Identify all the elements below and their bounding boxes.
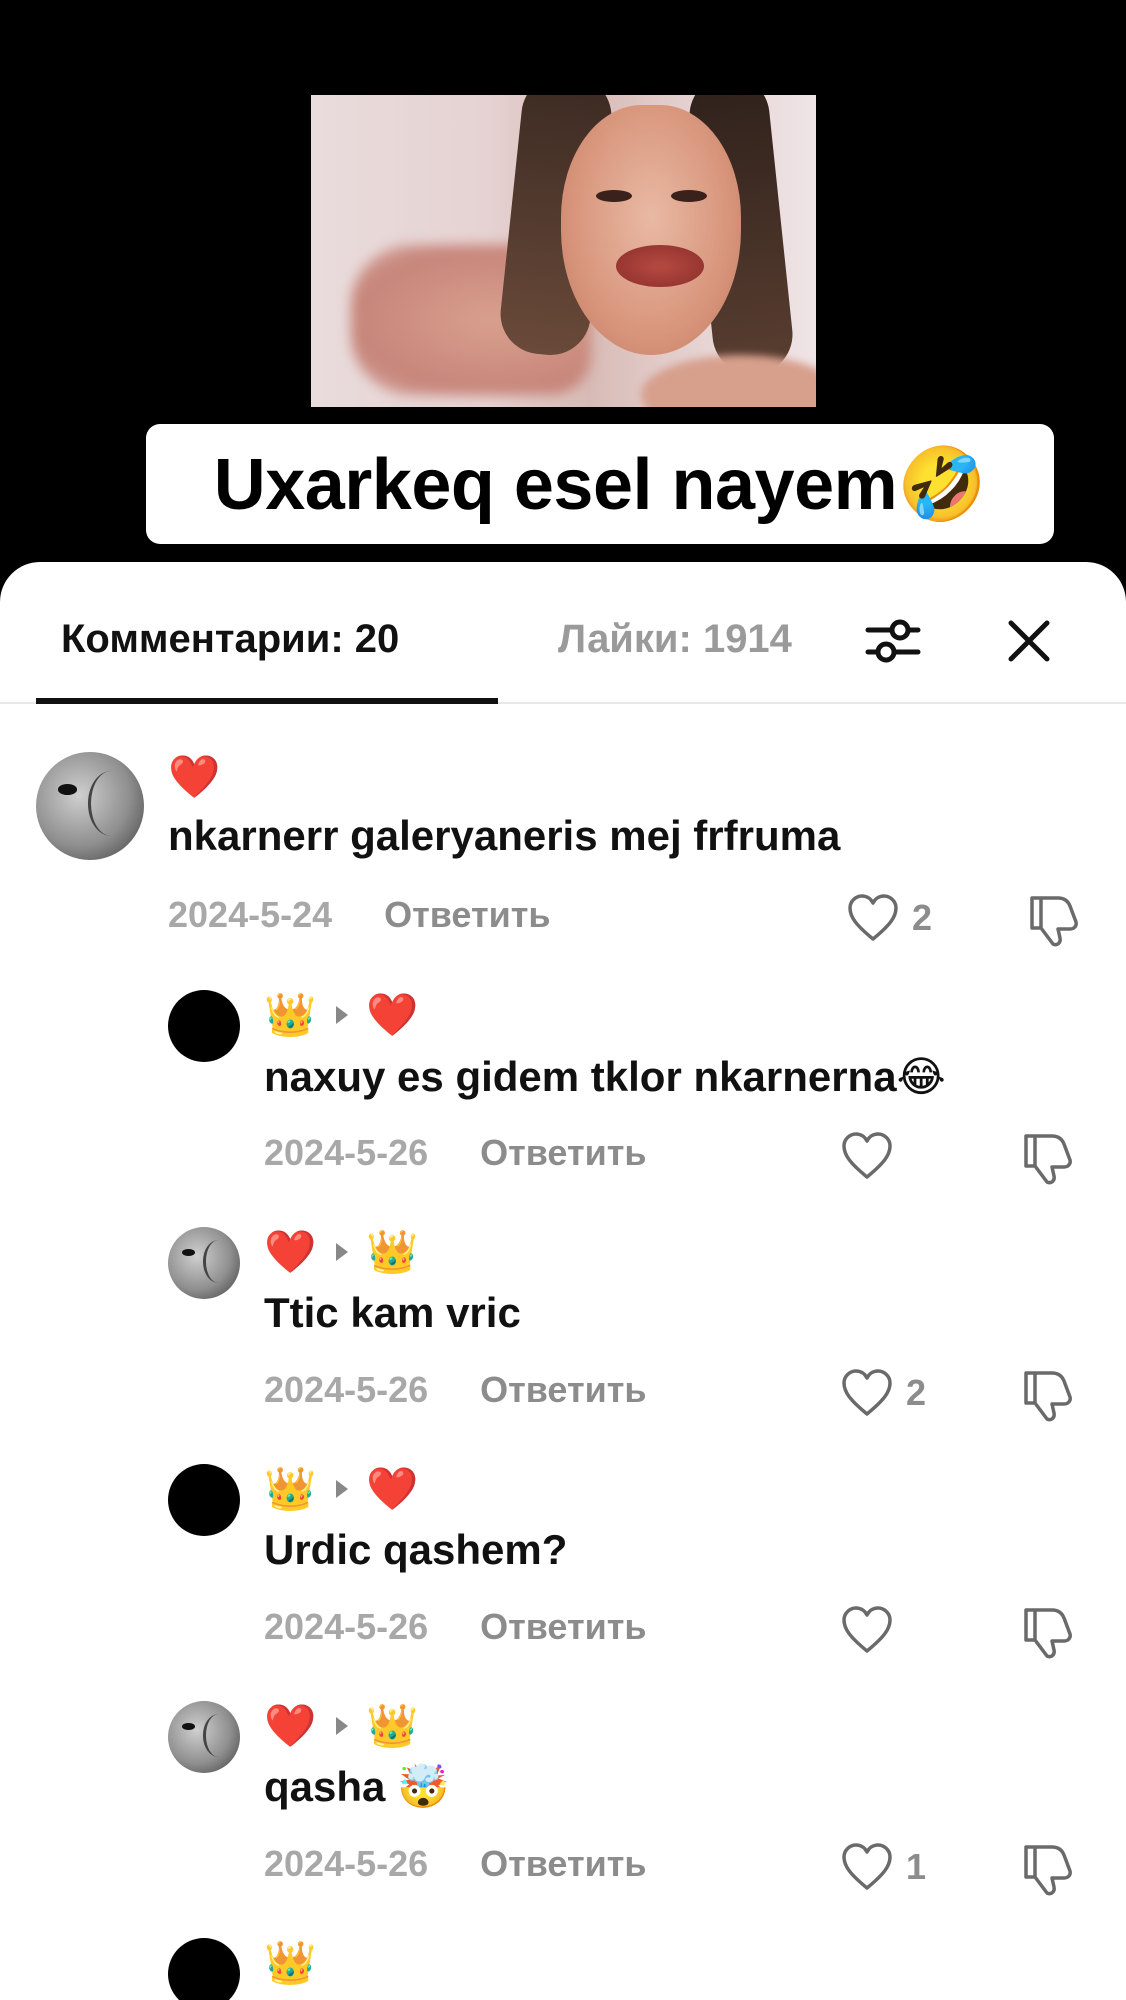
- reply-button[interactable]: Ответить: [480, 1606, 646, 1648]
- sheet-tabs: Комментарии: 20 Лайки: 1914: [0, 562, 1126, 704]
- comment-text: qasha 🤯: [264, 1763, 450, 1810]
- close-button[interactable]: [994, 606, 1064, 676]
- author-emoji: 👑: [264, 1464, 317, 1512]
- comments-sheet: Комментарии: 20 Лайки: 1914 ❤️ nkarnerr …: [0, 562, 1126, 2000]
- author-emoji: 👑: [264, 1938, 317, 1986]
- reply-item: 👑: [0, 1938, 1126, 2000]
- comment-text: naxuy es gidem tklor nkarnerna😂: [264, 1053, 946, 1100]
- active-tab-indicator: [36, 698, 498, 704]
- reply-item: 👑 ❤️ naxuy es gidem tklor nkarnerna😂 202…: [0, 990, 1126, 1210]
- close-icon: [1008, 620, 1050, 662]
- video-frame: [311, 95, 816, 407]
- thumbs-down-icon: [1030, 896, 1078, 947]
- heart-icon: [842, 1606, 892, 1653]
- sliders-icon: [865, 619, 921, 663]
- video-player[interactable]: Uxarkeq esel nayem🤣: [0, 0, 1126, 590]
- reply-button[interactable]: Ответить: [480, 1132, 646, 1174]
- author-emoji: ❤️: [168, 752, 221, 800]
- like-button[interactable]: 1: [840, 1837, 926, 1897]
- reply-arrow-icon: [336, 1480, 349, 1498]
- comment-date: 2024-5-24: [168, 894, 333, 935]
- avatar[interactable]: [168, 1227, 240, 1299]
- like-count: 2: [912, 897, 933, 938]
- thumbs-down-icon: [1024, 1845, 1072, 1896]
- comment-date: 2024-5-26: [264, 1843, 429, 1884]
- reply-button[interactable]: Ответить: [480, 1843, 646, 1885]
- heart-icon: [842, 1843, 892, 1890]
- tab-likes[interactable]: Лайки: 1914: [558, 617, 826, 662]
- comment-text: nkarnerr galeryaneris mej frfruma: [168, 812, 841, 859]
- comment-meta: 2024-5-26 Ответить: [264, 1132, 647, 1174]
- dislike-button[interactable]: [1018, 1365, 1078, 1425]
- dislike-button[interactable]: [1024, 890, 1084, 950]
- video-caption: Uxarkeq esel nayem🤣: [146, 424, 1054, 544]
- comment-date: 2024-5-26: [264, 1369, 429, 1410]
- dislike-button[interactable]: [1018, 1602, 1078, 1662]
- reply-button[interactable]: Ответить: [384, 894, 550, 936]
- like-button[interactable]: 2: [846, 888, 932, 948]
- reply-arrow-icon: [336, 1006, 349, 1024]
- like-count: 1: [906, 1846, 927, 1887]
- reply-button[interactable]: Ответить: [480, 1369, 646, 1411]
- comment-meta: 2024-5-26 Ответить: [264, 1369, 647, 1411]
- thumbs-down-icon: [1024, 1608, 1072, 1659]
- comment-author[interactable]: ❤️: [168, 752, 220, 802]
- comment-author[interactable]: 👑 ❤️: [264, 1464, 419, 1514]
- reply-to-emoji: ❤️: [366, 990, 419, 1038]
- comment-date: 2024-5-26: [264, 1606, 429, 1647]
- like-count: 2: [906, 1372, 927, 1413]
- comment-meta: 2024-5-26 Ответить: [264, 1606, 647, 1648]
- filter-button[interactable]: [858, 606, 928, 676]
- comment-author[interactable]: ❤️ 👑: [264, 1227, 419, 1277]
- avatar[interactable]: [168, 1464, 240, 1536]
- reply-to-emoji: ❤️: [366, 1464, 419, 1512]
- dislike-button[interactable]: [1018, 1839, 1078, 1899]
- author-emoji: ❤️: [264, 1701, 317, 1749]
- like-button[interactable]: [840, 1600, 906, 1660]
- comment-text: Ttic kam vric: [264, 1289, 521, 1336]
- thumbs-down-icon: [1024, 1134, 1072, 1185]
- comment-author[interactable]: 👑 ❤️: [264, 990, 419, 1040]
- reply-arrow-icon: [336, 1717, 349, 1735]
- reply-to-emoji: 👑: [366, 1227, 419, 1275]
- heart-icon: [842, 1132, 892, 1179]
- avatar[interactable]: [168, 990, 240, 1062]
- thumbs-down-icon: [1024, 1371, 1072, 1422]
- dislike-button[interactable]: [1018, 1128, 1078, 1188]
- avatar[interactable]: [168, 1701, 240, 1773]
- comment-meta: 2024-5-24 Ответить: [168, 894, 551, 936]
- avatar[interactable]: [168, 1938, 240, 2000]
- heart-icon: [848, 894, 898, 941]
- comment-date: 2024-5-26: [264, 1132, 429, 1173]
- comment-meta: 2024-5-26 Ответить: [264, 1843, 647, 1885]
- tab-comments[interactable]: Комментарии: 20: [61, 617, 399, 662]
- author-emoji: 👑: [264, 990, 317, 1038]
- like-button[interactable]: 2: [840, 1363, 926, 1423]
- comment-author[interactable]: 👑: [264, 1938, 316, 1988]
- reply-item: ❤️ 👑 Ttic kam vric 2024-5-26 Ответить 2: [0, 1227, 1126, 1447]
- like-button[interactable]: [840, 1126, 906, 1186]
- reply-arrow-icon: [336, 1243, 349, 1261]
- reply-item: 👑 ❤️ Urdic qashem? 2024-5-26 Ответить: [0, 1464, 1126, 1684]
- avatar[interactable]: [36, 752, 144, 860]
- comment-author[interactable]: ❤️ 👑: [264, 1701, 419, 1751]
- comment-item: ❤️ nkarnerr galeryaneris mej frfruma 202…: [0, 752, 1126, 982]
- comment-text: Urdic qashem?: [264, 1526, 568, 1573]
- author-emoji: ❤️: [264, 1227, 317, 1275]
- heart-icon: [842, 1369, 892, 1416]
- caption-text: Uxarkeq esel nayem🤣: [213, 444, 987, 525]
- reply-item: ❤️ 👑 qasha 🤯 2024-5-26 Ответить 1: [0, 1701, 1126, 1921]
- reply-to-emoji: 👑: [366, 1701, 419, 1749]
